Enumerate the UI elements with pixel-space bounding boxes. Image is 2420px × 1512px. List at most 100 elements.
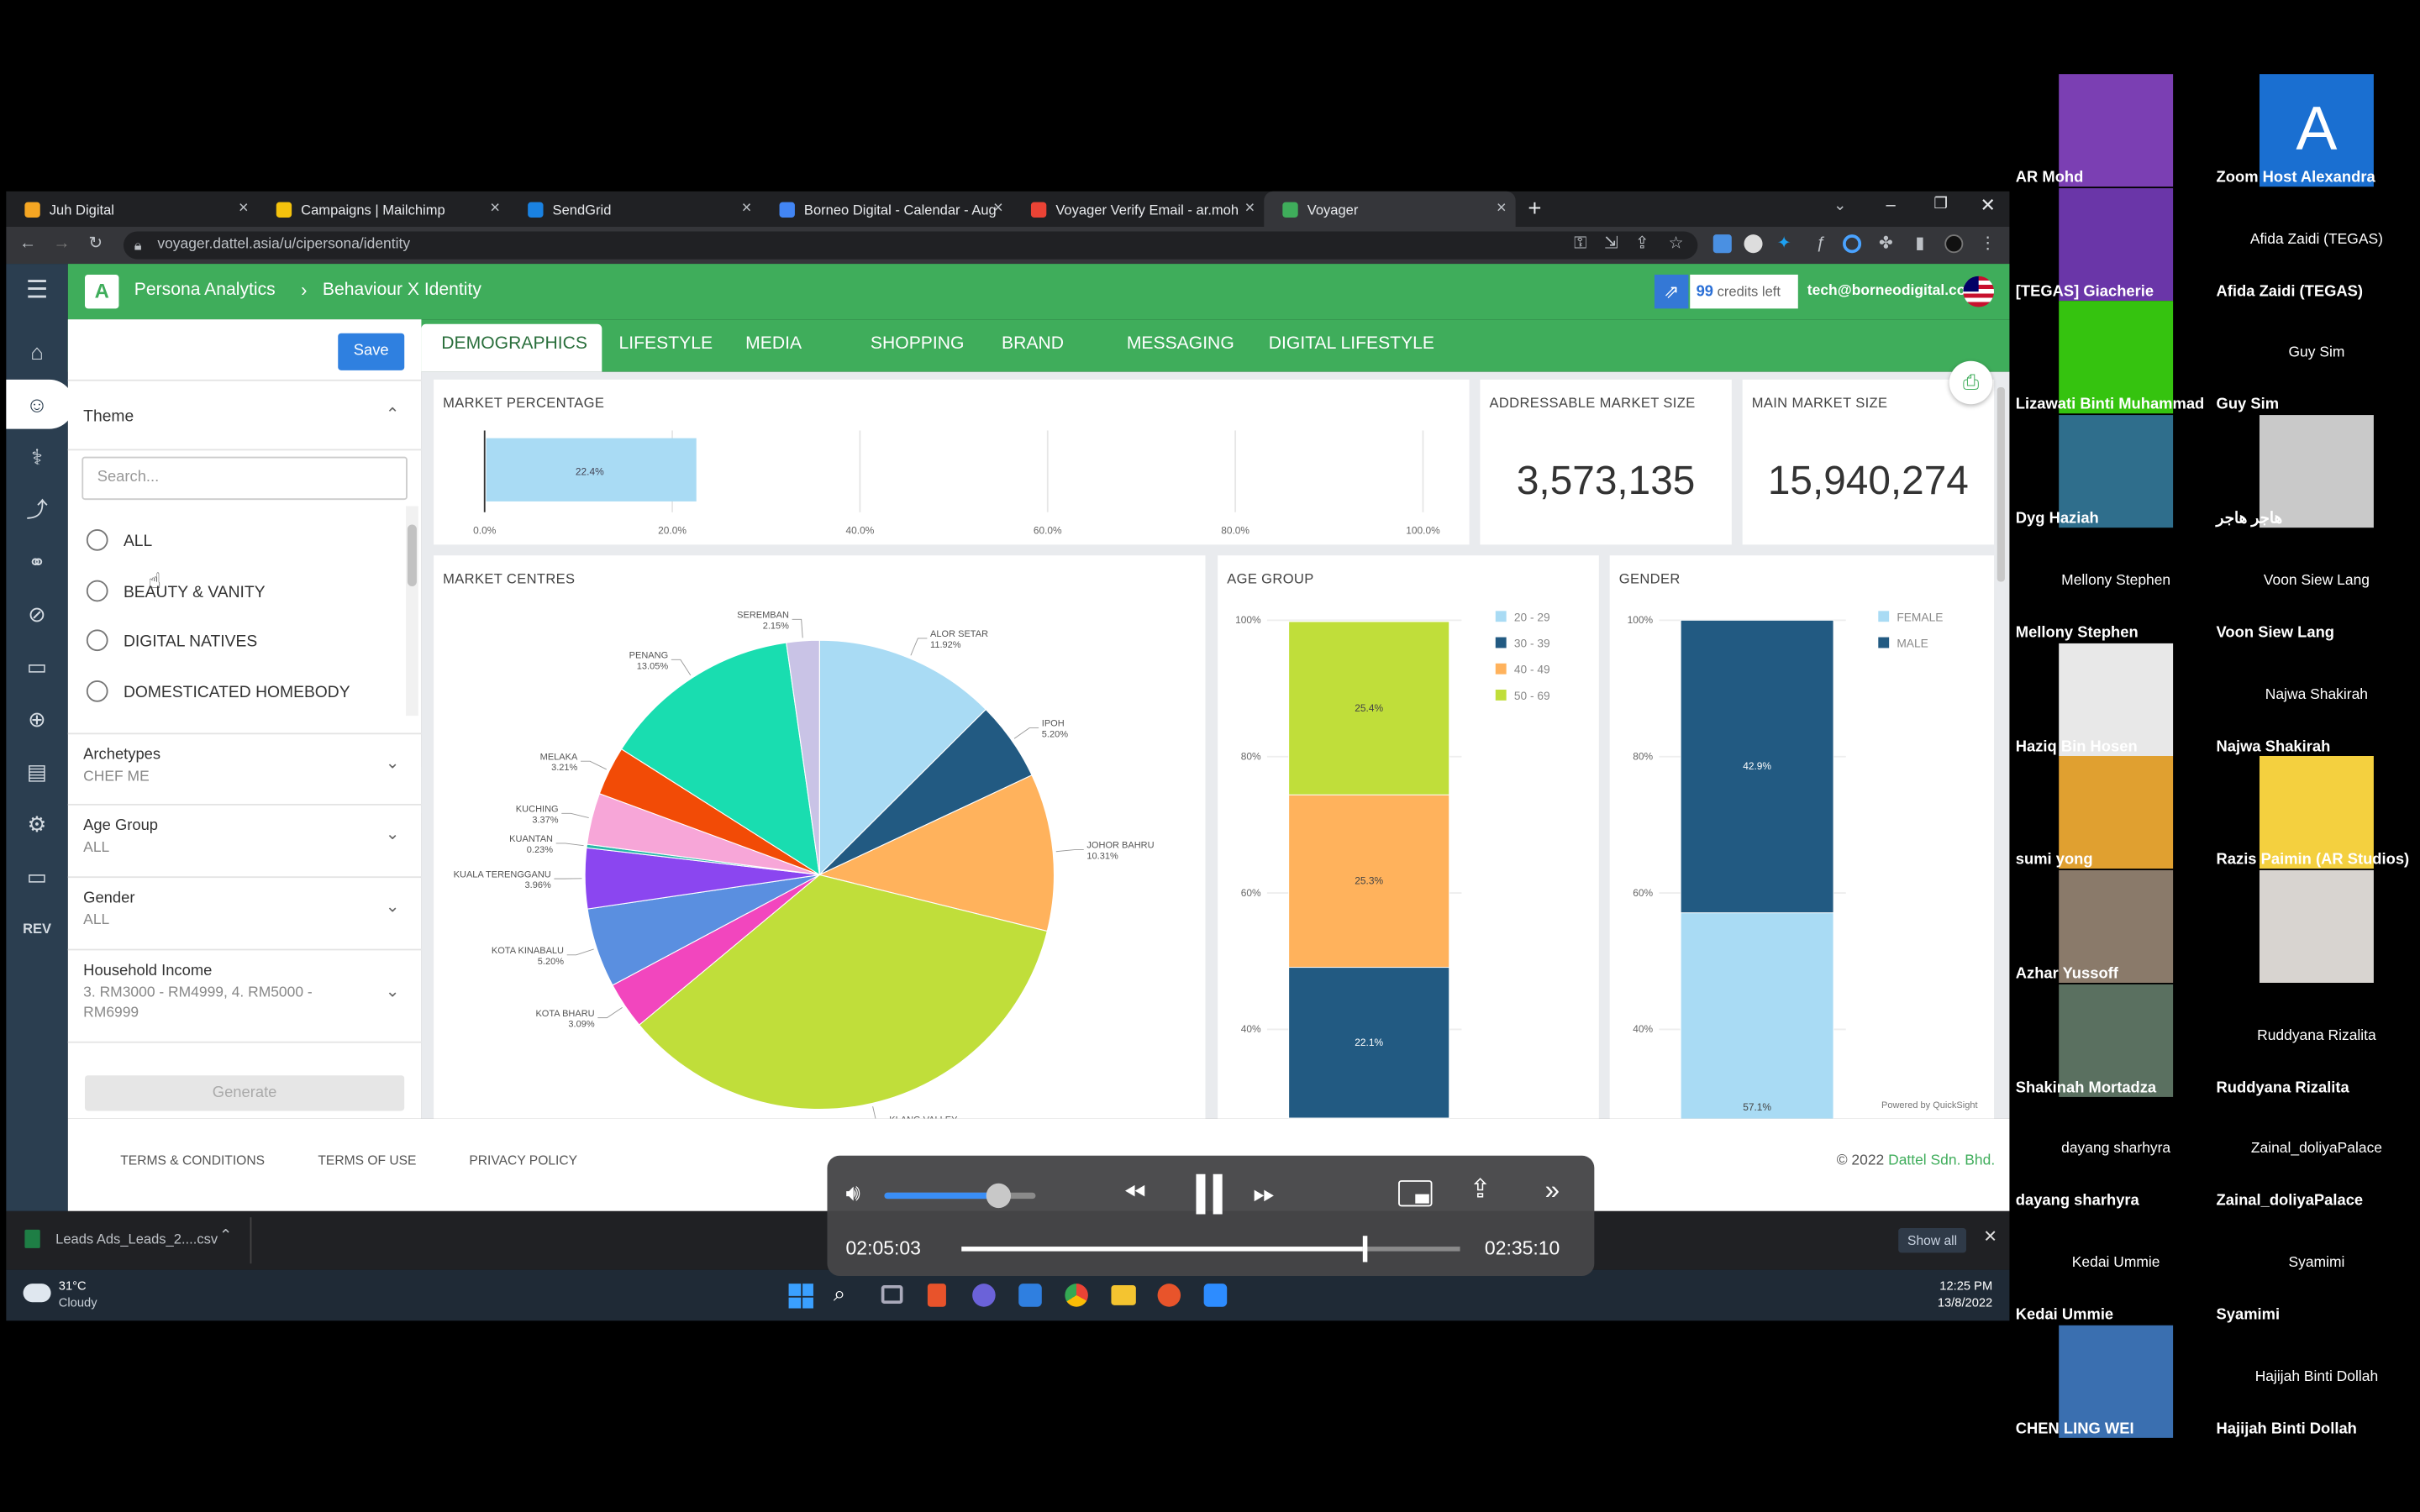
close-icon[interactable]: × [1497,199,1507,218]
close-icon[interactable]: × [490,199,500,218]
picture-in-picture-icon[interactable] [1398,1180,1433,1207]
minimize-icon[interactable]: – [1886,196,1895,214]
monitor-icon[interactable]: ▭ [22,861,53,892]
tab-digital-lifestyle[interactable]: DIGITAL LIFESTYLE [1269,335,1434,354]
sidepanel-icon[interactable]: ▮ [1911,234,1929,253]
window-close-icon[interactable]: ✕ [1981,194,1996,216]
extension-icon[interactable] [1843,234,1862,254]
theme-option-label[interactable]: DIGITAL NATIVES [124,633,257,651]
participant-tile[interactable]: Mellony Stephen Mellony Stephen [2016,529,2217,642]
participant-tile[interactable]: Shakinah Mortadza [2016,984,2217,1097]
participant-tile[interactable]: Zainal_doliyaPalace Zainal_doliyaPalace [2217,1097,2417,1210]
seek-handle[interactable] [1362,1236,1368,1263]
tab-media[interactable]: MEDIA [745,335,802,354]
chevron-down-icon[interactable]: ⌄ [386,981,400,1001]
participant-tile[interactable]: هاجر هاجر [2217,415,2417,528]
scrollbar-thumb[interactable] [407,524,417,586]
zoom-icon[interactable] [1203,1284,1228,1307]
tab-shopping[interactable]: SHOPPING [871,335,965,354]
age-group-filter[interactable]: Age Group ALL ⌄ [67,806,422,879]
volume-icon[interactable]: 🔊︎ [846,1180,860,1206]
extension-icon[interactable] [1744,234,1763,254]
terms-of-use-link[interactable]: TERMS OF USE [318,1152,416,1168]
tab-search-icon[interactable]: ⌄ [1833,197,1846,214]
close-icon[interactable]: × [239,199,249,218]
theme-option-label[interactable]: DOMESTICATED HOMEBODY [124,684,350,702]
rewind-icon[interactable]: ⏪︎ [1123,1177,1145,1210]
puzzle-icon[interactable]: ✤ [1876,234,1895,253]
home-icon[interactable]: ⌂ [22,336,53,367]
chevron-down-icon[interactable]: ⌄ [386,824,400,844]
participant-tile[interactable]: CHEN LING WEI [2016,1325,2217,1438]
clock-time[interactable]: 12:25 PM [1935,1279,1992,1294]
participant-tile[interactable]: Razis Paimin (AR Studios) [2217,756,2417,869]
show-all-button[interactable]: Show all [1898,1228,1966,1253]
teams-icon[interactable] [972,1284,996,1307]
twitter-icon[interactable]: ✦ [1775,234,1793,253]
user-email[interactable]: tech@borneodigital.co [1807,282,1966,299]
file-explorer-icon[interactable] [1111,1284,1136,1305]
task-view-icon[interactable] [881,1284,903,1305]
chevron-down-icon[interactable]: ⌄ [386,753,400,773]
theme-header[interactable]: Theme ⌃ [67,379,422,451]
chevron-down-icon[interactable]: ⌄ [386,896,400,916]
maximize-icon[interactable]: ❐ [1933,196,1947,213]
radio-beauty-vanity[interactable] [86,580,108,602]
chevron-up-icon[interactable]: ⌃ [386,404,400,424]
close-icon[interactable]: × [1244,199,1255,218]
participant-tile[interactable]: Hajijah Binti Dollah Hajijah Binti Dollah [2217,1325,2417,1438]
weather-cloud-icon[interactable] [23,1284,51,1303]
new-tab-icon[interactable]: + [1528,196,1541,222]
reload-icon[interactable]: ↻ [87,234,105,253]
download-filename[interactable]: Leads Ads_Leads_2....csv [55,1231,218,1247]
key-icon[interactable]: ⚿ [1571,234,1590,253]
privacy-policy-link[interactable]: PRIVACY POLICY [469,1152,577,1168]
menu-icon[interactable]: ⋮ [1979,234,1997,253]
stacked-bar-segment[interactable] [1680,912,1834,1119]
tab-lifestyle[interactable]: LIFESTYLE [619,335,713,354]
participant-tile[interactable]: Afida Zaidi (TEGAS) Afida Zaidi (TEGAS) [2217,188,2417,301]
extension-icon[interactable] [1712,234,1732,254]
more-icon[interactable]: » [1545,1176,1560,1207]
persona-icon[interactable]: ☺ [22,389,53,420]
terms-conditions-link[interactable]: TERMS & CONDITIONS [120,1152,265,1168]
radio-all[interactable] [86,528,108,551]
compass-icon[interactable]: ⊘ [22,599,53,630]
tab-messaging[interactable]: MESSAGING [1127,335,1234,354]
theme-option-label[interactable]: BEAUTY & VANITY [124,583,266,601]
binoculars-icon[interactable]: ⚭ [22,546,53,577]
rev-icon[interactable]: REV [22,913,53,944]
generate-button[interactable]: Generate [85,1075,405,1111]
powerpoint-icon[interactable] [1157,1284,1181,1307]
participant-tile[interactable]: sumi yong [2016,756,2217,869]
household-income-filter[interactable]: Household Income 3. RM3000 - RM4999, 4. R… [67,950,422,1043]
participant-tile[interactable]: A Zoom Host Alexandra [2217,74,2417,187]
participant-tile[interactable]: AR Mohd [2016,74,2217,187]
archetypes-filter[interactable]: Archetypes CHEF ME ⌄ [67,732,422,806]
volume-knob[interactable] [985,1183,1011,1209]
search-icon[interactable]: ⌕ [834,1280,845,1306]
chevron-up-icon[interactable]: ⌃ [219,1228,232,1245]
tab-juh-digital[interactable]: Juh Digital × [6,192,257,227]
participant-tile[interactable]: [TEGAS] Giacherie [2016,187,2217,301]
tab-sendgrid[interactable]: SendGrid × [509,192,760,227]
save-button[interactable]: Save [338,333,405,370]
close-downloads-icon[interactable]: ✕ [1983,1226,1997,1247]
gear-icon[interactable]: ⚙ [22,808,53,839]
forward-icon[interactable]: → [52,234,71,253]
participant-tile[interactable]: Guy Sim Guy Sim [2217,302,2417,414]
tab-voyager[interactable]: Voyager × [1264,191,1516,227]
credits-icon[interactable]: ⇗ [1654,274,1689,309]
credits-badge[interactable]: 99 credits left [1690,274,1798,309]
theme-option-label[interactable]: ALL [124,533,152,551]
close-icon[interactable]: × [993,199,1003,218]
theme-search-input[interactable]: Search... [82,456,408,501]
participant-tile[interactable]: Najwa Shakirah Najwa Shakirah [2217,643,2417,755]
trend-icon[interactable]: ⤴ [22,494,53,525]
office-icon[interactable] [927,1284,946,1307]
volume-slider[interactable] [884,1183,1036,1209]
tab-mailchimp[interactable]: Campaigns | Mailchimp × [258,192,509,227]
participant-tile[interactable]: Syamimi Syamimi [2217,1211,2417,1324]
install-icon[interactable]: ⇲ [1602,234,1621,253]
tab-gmail[interactable]: Voyager Verify Email - ar.mohd@ × [1013,192,1264,227]
